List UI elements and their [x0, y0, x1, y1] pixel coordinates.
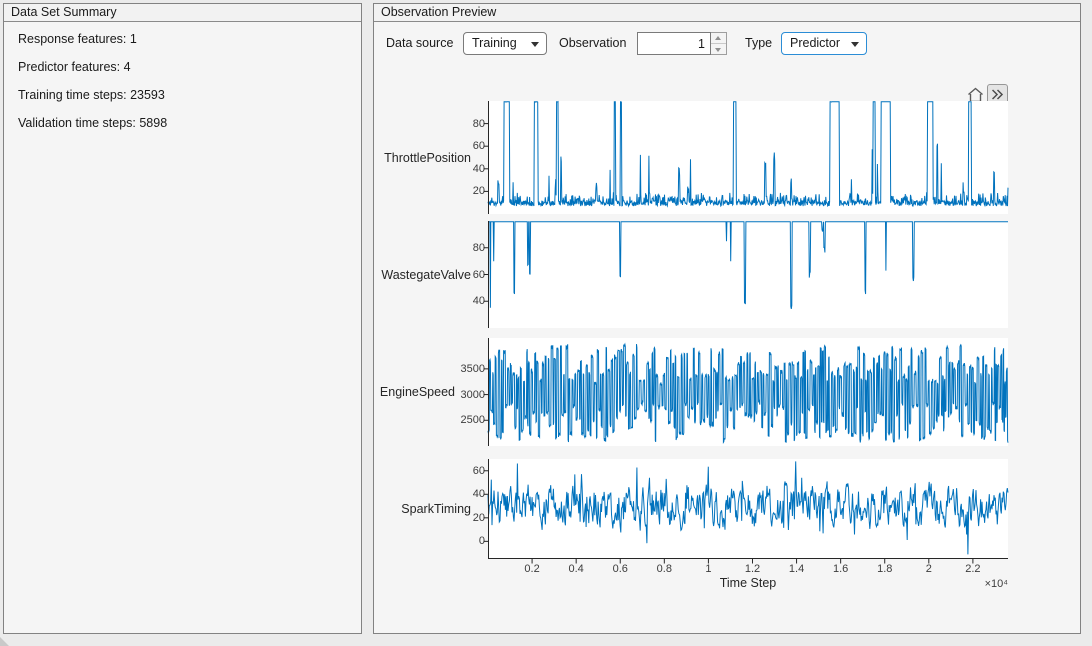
chevron-down-icon [851, 42, 859, 47]
y-tick-label: 40 [473, 163, 485, 175]
predictor-features-line: Predictor features: 4 [18, 60, 347, 74]
chart-row-enginespeed: EngineSpeed 250030003500 [374, 338, 1008, 446]
plot-area-enginespeed[interactable] [488, 338, 1008, 446]
x-tick-label: 0.6 [613, 563, 628, 575]
observation-preview-panel: Observation Preview Data source Training… [373, 3, 1081, 634]
preview-controls: Data source Training Observation Type Pr… [374, 32, 1080, 56]
observation-stepper [711, 32, 727, 55]
down-arrow-icon [715, 48, 721, 52]
x-tick-label: 0.8 [657, 563, 672, 575]
y-axis-ticks: 20 40 60 80 [434, 101, 485, 214]
training-time-steps-line: Training time steps: 23593 [18, 88, 347, 102]
y-tick-label: 3000 [461, 389, 485, 401]
chevron-down-icon [531, 42, 539, 47]
x-tick-label: 2.2 [965, 563, 980, 575]
y-tick-label: 20 [473, 185, 485, 197]
window-resize-grip[interactable] [0, 637, 9, 646]
data-set-summary-title: Data Set Summary [4, 4, 361, 22]
y-axis-ticks: 2500 3000 3500 [434, 338, 485, 446]
observation-input[interactable] [637, 32, 711, 55]
y-tick-label: 60 [473, 140, 485, 152]
y-axis-ticks: 40 60 80 [434, 221, 485, 328]
x-tick-label: 1.6 [833, 563, 848, 575]
stepper-down-button[interactable] [711, 44, 726, 55]
y-tick-label: 80 [473, 118, 485, 130]
plot-area-throttleposition[interactable] [488, 101, 1008, 214]
y-tick-label: 2500 [461, 414, 485, 426]
x-axis-exponent-label: ×10⁴ [488, 578, 1008, 590]
response-features-line: Response features: 1 [18, 32, 347, 46]
chart-row-wastegatevalve: WastegateValve 406080 [374, 221, 1008, 328]
x-tick-label: 0.4 [569, 563, 584, 575]
observation-preview-title: Observation Preview [374, 4, 1080, 22]
validation-time-steps-line: Validation time steps: 5898 [18, 116, 347, 130]
plot-area-sparktiming[interactable] [488, 459, 1008, 559]
stepper-up-button[interactable] [711, 33, 726, 44]
y-tick-label: 60 [473, 465, 485, 477]
y-axis-ticks: 0204060 [434, 459, 485, 559]
plot-area-wastegatevalve[interactable] [488, 221, 1008, 328]
y-tick-label: 40 [473, 488, 485, 500]
x-tick-label: 1.4 [789, 563, 804, 575]
x-tick-label: 0.2 [524, 563, 539, 575]
data-set-summary-panel: Data Set Summary Response features: 1 Pr… [3, 3, 362, 634]
x-tick-label: 2 [926, 563, 932, 575]
data-source-label: Data source [386, 36, 453, 50]
y-tick-label: 3500 [461, 363, 485, 375]
x-tick-label: 1.2 [745, 563, 760, 575]
up-arrow-icon [715, 36, 721, 40]
x-tick-label: 1 [705, 563, 711, 575]
y-tick-label: 60 [473, 269, 485, 281]
data-set-summary-body: Response features: 1 Predictor features:… [4, 22, 361, 154]
y-tick-label: 80 [473, 242, 485, 254]
type-selected-value: Predictor [790, 36, 840, 50]
type-label: Type [745, 36, 772, 50]
x-axis-tick-labels: 0.2 0.4 0.6 0.8 1 1.2 1.4 1.6 1.8 2 2.2 [488, 563, 1008, 576]
observation-label: Observation [559, 36, 626, 50]
data-source-selected-value: Training [472, 36, 517, 50]
y-tick-label: 40 [473, 295, 485, 307]
y-tick-label: 20 [473, 512, 485, 524]
x-tick-label: 1.8 [877, 563, 892, 575]
data-source-select[interactable]: Training [463, 32, 547, 55]
chart-row-sparktiming: SparkTiming 0204060 [374, 459, 1008, 559]
type-select[interactable]: Predictor [781, 32, 867, 55]
chart-row-throttleposition: ThrottlePosition 20406080 [374, 101, 1008, 214]
